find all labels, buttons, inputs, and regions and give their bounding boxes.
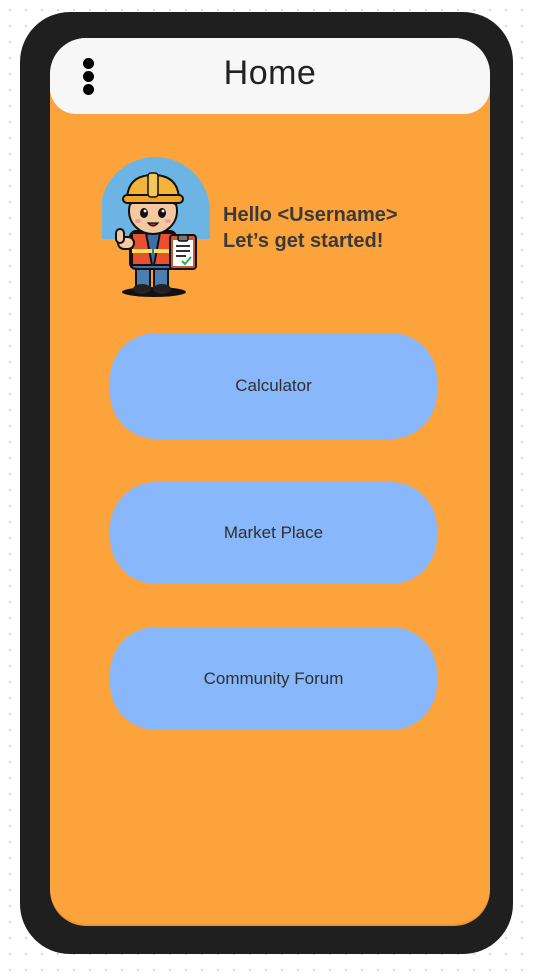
app-screen: Home Hello <Username> Let’s get started!… [50, 38, 490, 926]
greeting-text: Hello <Username> Let’s get started! [223, 202, 453, 254]
page-title: Home [223, 54, 317, 92]
top-app-bar: Home [50, 38, 490, 114]
greeting-line-2: Let’s get started! [223, 230, 384, 252]
construction-worker-mascot-icon [102, 156, 211, 297]
calculator-button[interactable]: Calculator [110, 333, 437, 439]
community-forum-button[interactable]: Community Forum [110, 627, 437, 730]
market-place-button[interactable]: Market Place [110, 482, 437, 584]
greeting-line-1: Hello <Username> [223, 204, 398, 226]
